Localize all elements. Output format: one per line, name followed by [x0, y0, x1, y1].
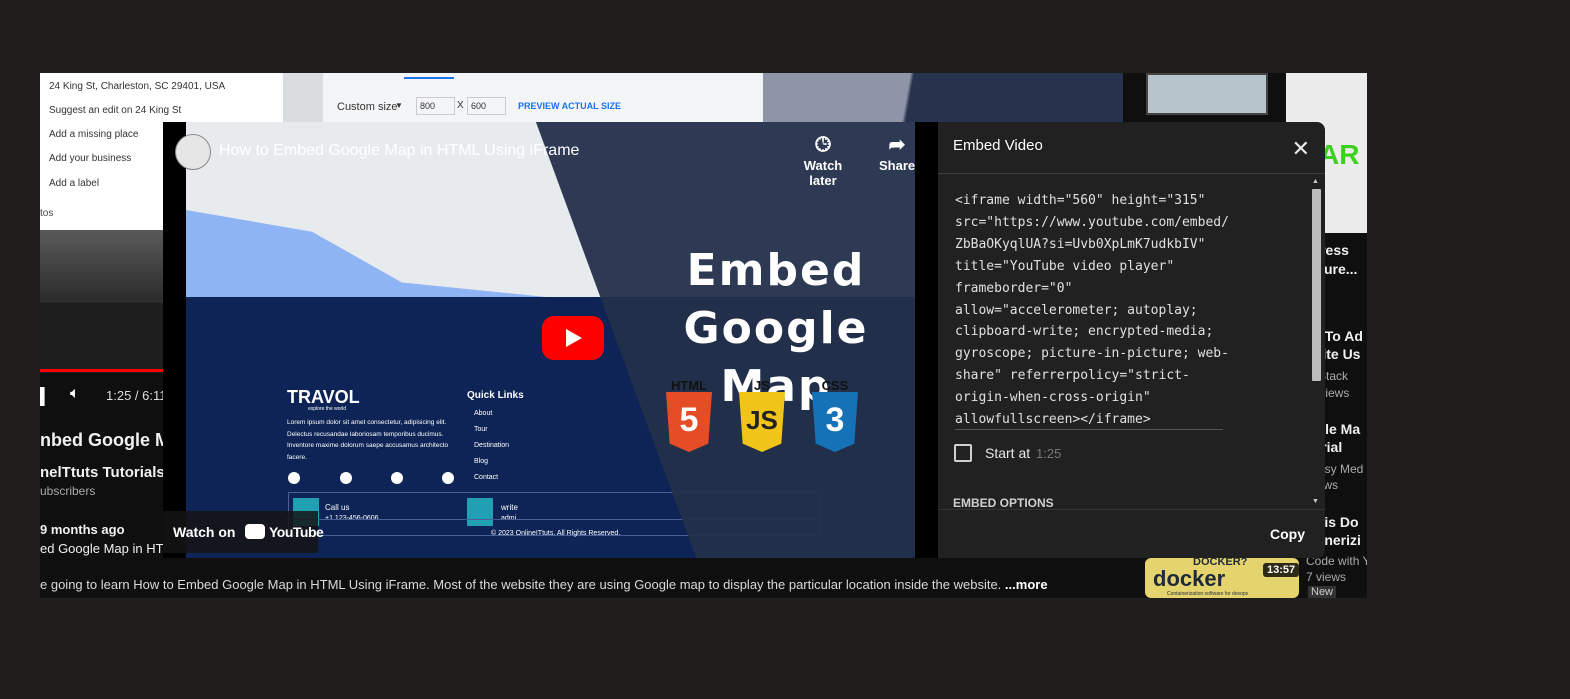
embed-video-dialog: Embed Video ✕ <iframe width="560" height…: [938, 122, 1325, 558]
rec-views: 7 views: [1306, 570, 1347, 584]
docker-logo: docker: [1153, 566, 1226, 591]
html-label: HTML: [670, 378, 708, 393]
css3-icon: 3: [812, 392, 858, 452]
video-title: nbed Google M: [40, 430, 170, 450]
clock-icon: 🕒︎: [815, 134, 831, 156]
photos-label: tos: [40, 208, 54, 219]
progress-bar[interactable]: [40, 369, 165, 372]
upload-date: 9 months ago: [40, 522, 125, 537]
duration-badge: 13:57: [1263, 563, 1300, 577]
subscriber-count: ubscribers: [40, 484, 96, 498]
close-icon[interactable]: ✕: [1292, 136, 1310, 162]
site-heading: Quick Links: [467, 390, 524, 401]
site-link: Blog: [474, 458, 489, 465]
js-label: JS: [754, 378, 770, 393]
js-glyph: JS: [746, 405, 778, 435]
preview-link[interactable]: PREVIEW ACTUAL SIZE: [518, 101, 621, 111]
watch-on-youtube-button[interactable]: Watch on YouTube: [163, 511, 324, 553]
html5-glyph: 5: [679, 401, 699, 439]
mail-icon: [467, 498, 493, 526]
thumbnail-text: AR: [1319, 139, 1360, 170]
embed-code-textarea[interactable]: <iframe width="560" height="315" src="ht…: [955, 190, 1229, 431]
divider: [938, 509, 1325, 510]
rec-thumbnail[interactable]: [1146, 73, 1268, 115]
embed-player[interactable]: Call us +1 123-456-0606 write admi TRAVO…: [163, 122, 938, 558]
copy-button[interactable]: Copy: [1270, 526, 1305, 542]
scroll-down-icon[interactable]: ▼: [1312, 498, 1319, 505]
js-icon: JS: [739, 392, 785, 452]
video-title-secondary: ed Google Map in HT: [40, 541, 164, 556]
site-text: Lorem ipsum dolor sit amet consectetur, …: [287, 419, 449, 461]
site-logo: TRAVOL: [287, 387, 360, 407]
times-label: X: [457, 100, 464, 111]
site-link: About: [474, 410, 493, 417]
embed-size-bar: Custom size ▼ 800 X 600 PREVIEW ACTUAL S…: [323, 73, 763, 123]
watch-later-label: Watch later: [803, 158, 843, 188]
dialog-title: Embed Video: [953, 137, 1043, 154]
instagram-icon: [442, 472, 454, 484]
play-button[interactable]: [542, 316, 604, 360]
site-link: Contact: [474, 474, 499, 481]
start-time-input[interactable]: 1:25: [1036, 446, 1061, 461]
menu-item[interactable]: Add a missing place: [49, 129, 139, 140]
html5-icon: 5: [666, 392, 712, 452]
embed-options-header[interactable]: EMBED OPTIONS: [953, 496, 1054, 510]
share-icon: ➦: [888, 134, 906, 156]
tab-indicator: [404, 77, 454, 79]
pinterest-icon: [391, 472, 403, 484]
youtube-logo-icon: [245, 524, 265, 539]
menu-item[interactable]: Suggest an edit on 24 King St: [49, 105, 181, 116]
screen: { "background": { "map_menu": ["24 King …: [0, 0, 1570, 699]
width-input[interactable]: 800: [416, 97, 455, 115]
player-title[interactable]: How to Embed Google Map in HTML Using iF…: [219, 142, 579, 160]
new-badge: New: [1308, 586, 1337, 598]
thumbnail-text: Containerization software for devops: [1167, 591, 1249, 597]
volume-icon[interactable]: 🔈︎: [70, 385, 80, 403]
channel-avatar[interactable]: [175, 134, 211, 170]
watch-later-button[interactable]: 🕒︎ Watch later: [791, 134, 855, 188]
menu-item[interactable]: 24 King St, Charleston, SC 29401, USA: [49, 81, 225, 92]
description: e going to learn How to Embed Google Map…: [40, 577, 1048, 592]
menu-item[interactable]: Add your business: [49, 153, 131, 164]
site-text: Call us: [325, 503, 350, 512]
css-label: CSS: [821, 378, 849, 393]
site-link: Destination: [474, 442, 510, 449]
share-label: Share: [879, 158, 916, 173]
css3-glyph: 3: [825, 401, 845, 439]
twitter-icon: [340, 472, 352, 484]
height-input[interactable]: 600: [467, 97, 506, 115]
channel-name[interactable]: nelTtuts Tutorials: [40, 464, 165, 481]
pause-icon[interactable]: ▍: [40, 387, 52, 407]
thumbnail-title-line: Embed: [686, 245, 866, 296]
site-text: write: [501, 503, 518, 512]
docker-thumbnail[interactable]: DOCKER? docker Containerization software…: [1145, 556, 1300, 598]
share-button[interactable]: ➦ Share: [879, 134, 915, 173]
site-link: Tour: [474, 426, 488, 433]
custom-size-select[interactable]: Custom size: [337, 101, 398, 113]
site-text: explore the world: [308, 406, 347, 412]
site-text: © 2023 OnlineITtuts. All Rights Reserved…: [491, 530, 621, 537]
background-thumbnail: [763, 73, 1123, 123]
start-at-checkbox[interactable]: [954, 444, 972, 462]
divider: [955, 429, 1223, 430]
description-text: e going to learn How to Embed Google Map…: [40, 577, 1002, 592]
chevron-down-icon: ▼: [395, 101, 403, 110]
more-link[interactable]: ...more: [1005, 577, 1048, 592]
time-display: 1:25 / 6:11: [106, 388, 167, 403]
scrollbar-thumb[interactable]: [1312, 189, 1321, 381]
facebook-icon: [288, 472, 300, 484]
divider: [938, 173, 1325, 174]
scroll-up-icon[interactable]: ▲: [1312, 178, 1319, 185]
start-at-label: Start at: [985, 445, 1031, 461]
youtube-wordmark: YouTube: [269, 524, 324, 540]
watch-on-label: Watch on: [173, 524, 236, 540]
menu-item[interactable]: Add a label: [49, 178, 99, 189]
